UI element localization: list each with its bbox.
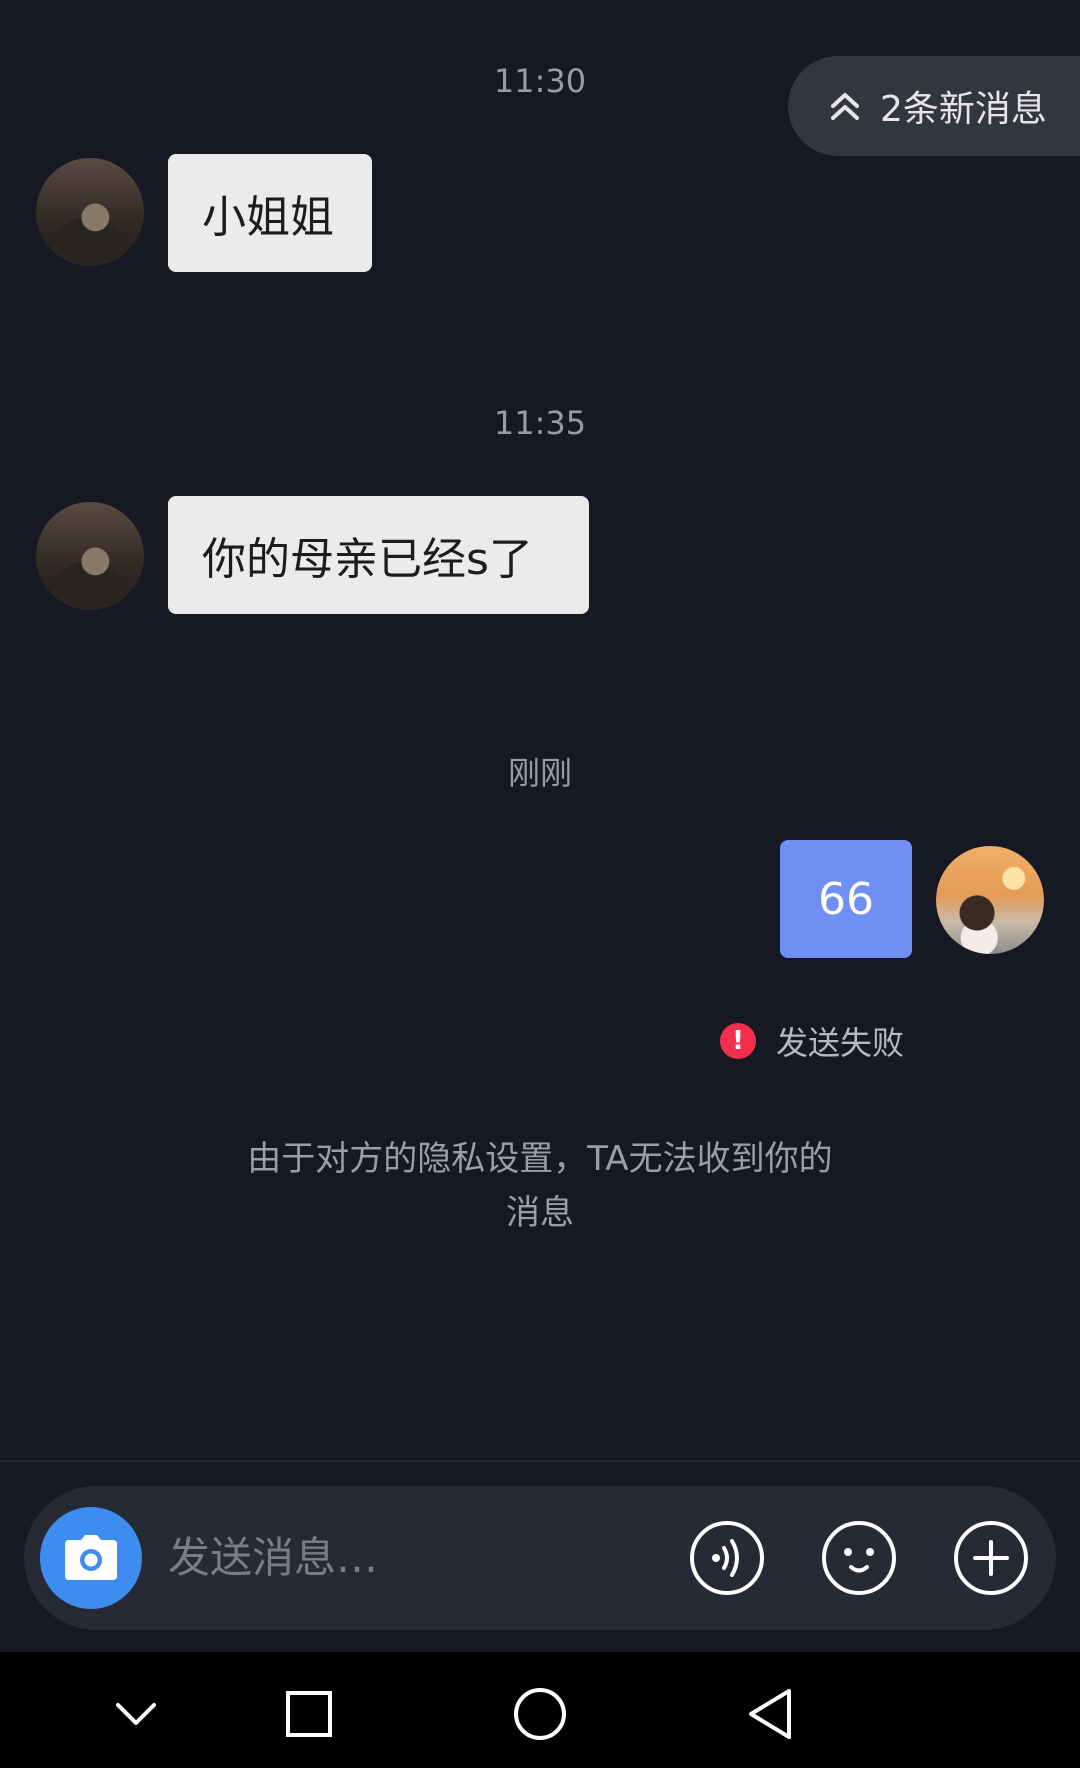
system-navigation-bar (0, 1652, 1080, 1768)
peer-avatar[interactable] (36, 502, 144, 610)
divider (0, 1460, 1080, 1462)
peer-avatar[interactable] (36, 158, 144, 266)
send-failed-label: 发送失败 (776, 1024, 905, 1062)
emoji-icon (822, 1521, 896, 1595)
recents-button[interactable] (277, 1682, 341, 1746)
timestamp: 刚刚 (507, 754, 572, 792)
square-recents-icon (286, 1691, 332, 1737)
message-composer: 发送消息… (24, 1486, 1056, 1630)
circle-home-icon (514, 1688, 566, 1740)
more-button[interactable] (952, 1519, 1030, 1597)
incoming-message-bubble[interactable]: 你的母亲已经s了 (168, 496, 589, 614)
incoming-message-bubble[interactable]: 小姐姐 (168, 154, 372, 272)
camera-icon (65, 1535, 117, 1580)
camera-button[interactable] (40, 1507, 142, 1609)
plus-icon (954, 1521, 1028, 1595)
self-avatar[interactable] (936, 846, 1044, 954)
chevron-down-icon (116, 1703, 156, 1725)
triangle-back-icon (749, 1689, 791, 1739)
privacy-notice: 由于对方的隐私设置，TA无法收到你的 消息 (190, 1132, 890, 1240)
outgoing-message-bubble[interactable]: 66 (780, 840, 912, 958)
message-input[interactable]: 发送消息… (168, 1486, 378, 1630)
privacy-notice-line: 消息 (506, 1193, 574, 1233)
voice-icon (690, 1521, 764, 1595)
timestamp: 11:35 (493, 404, 587, 442)
timestamp: 11:30 (493, 62, 587, 100)
emoji-button[interactable] (820, 1519, 898, 1597)
back-button[interactable] (738, 1682, 802, 1746)
privacy-notice-line: 由于对方的隐私设置，TA无法收到你的 (247, 1139, 833, 1179)
voice-button[interactable] (688, 1519, 766, 1597)
chat-area[interactable]: 2条新消息 11:30 小姐姐 11:35 你的母亲已经s了 刚刚 66 ! 发… (0, 0, 1080, 1462)
send-failed-status[interactable]: ! 发送失败 (720, 1018, 904, 1064)
error-icon: ! (720, 1023, 756, 1059)
hide-keyboard-button[interactable] (104, 1682, 168, 1746)
home-button[interactable] (508, 1682, 572, 1746)
